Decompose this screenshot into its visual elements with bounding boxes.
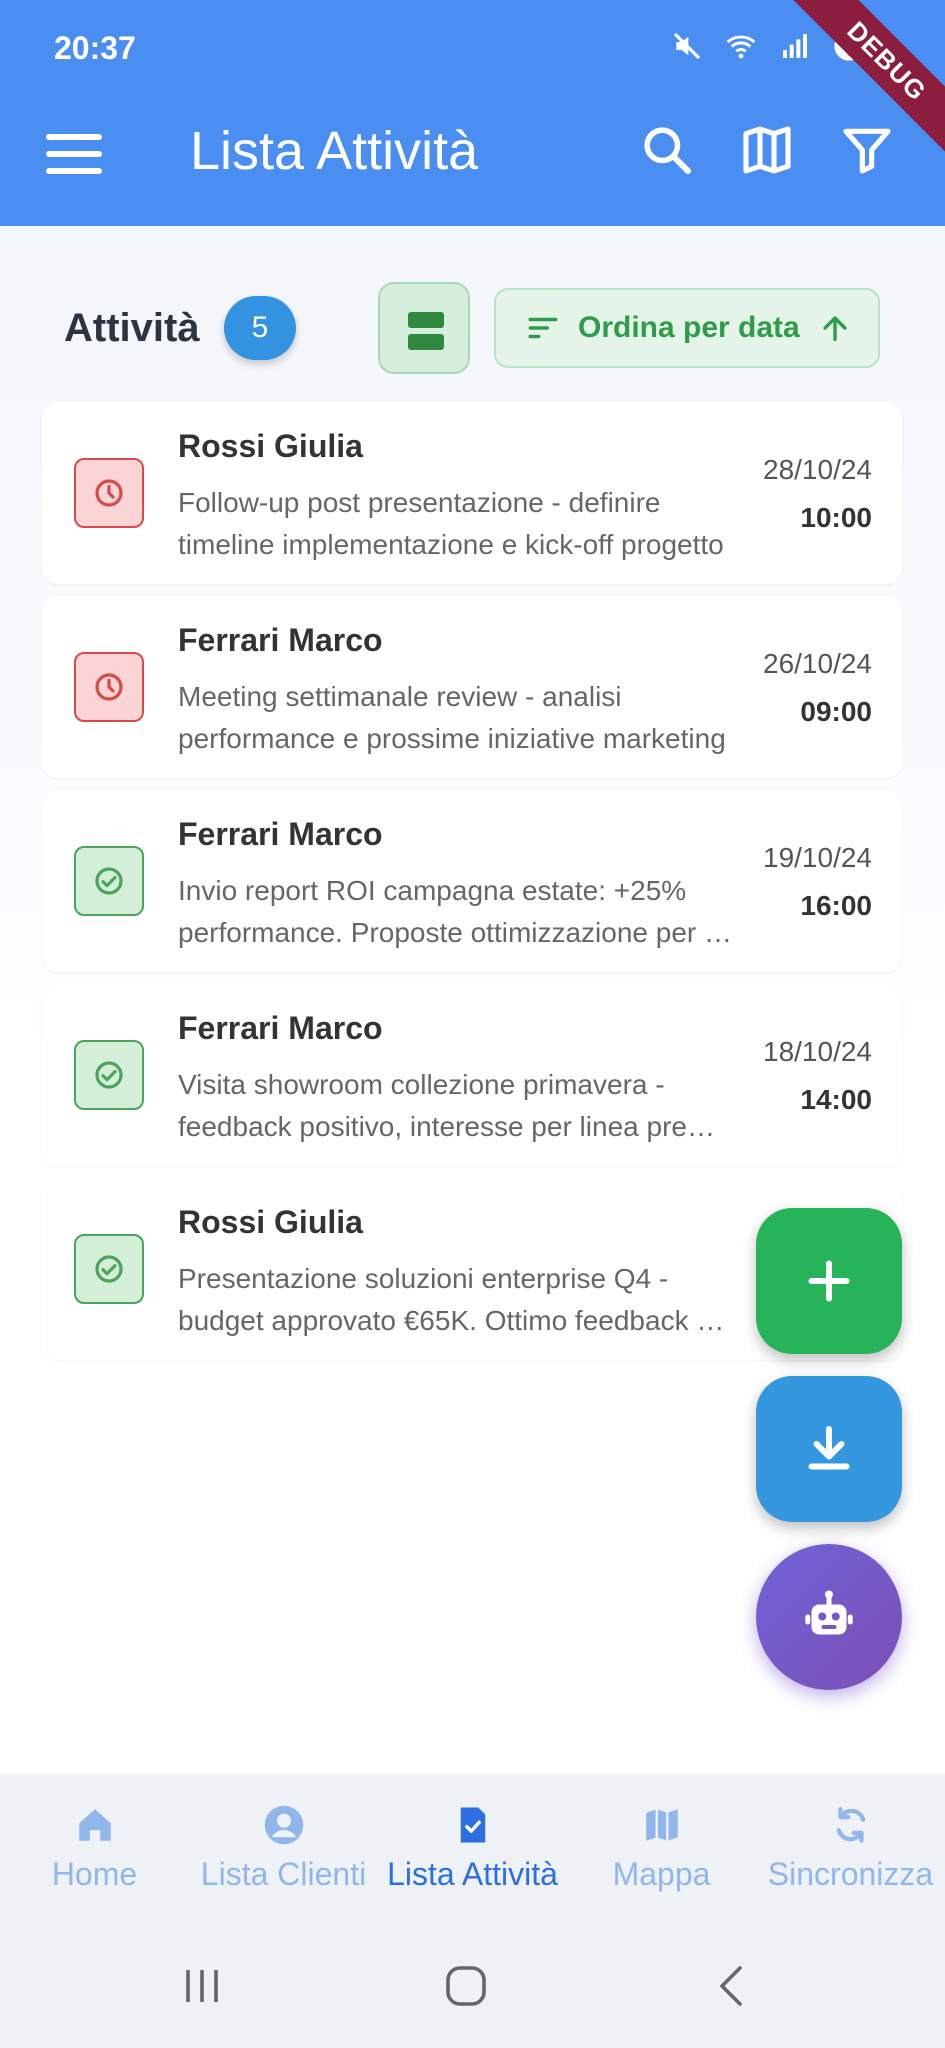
activity-date: 28/10/24 bbox=[763, 454, 872, 485]
recent-apps-icon[interactable] bbox=[178, 1962, 226, 2010]
nav-item-map[interactable]: Mappa bbox=[567, 1774, 756, 1918]
description-line: Follow-up post presentazione - definire bbox=[178, 487, 661, 518]
view-toggle-button[interactable] bbox=[378, 282, 470, 374]
status-box bbox=[74, 1234, 144, 1304]
activity-card[interactable]: Ferrari Marco Invio report ROI campagna … bbox=[42, 790, 902, 972]
map-icon bbox=[645, 1809, 678, 1841]
wifi-icon bbox=[726, 35, 756, 59]
clock-icon bbox=[95, 479, 123, 507]
download-button[interactable] bbox=[756, 1376, 902, 1522]
client-name: Ferrari Marco bbox=[178, 1010, 383, 1046]
activity-description: Visita showroom collezione primavera - f… bbox=[178, 1064, 738, 1148]
nav-item-sync[interactable]: Sincronizza bbox=[756, 1774, 945, 1918]
clock-icon bbox=[95, 673, 123, 701]
nav-item-clients[interactable]: Lista Clienti bbox=[189, 1774, 378, 1918]
nav-label: Mappa bbox=[612, 1856, 711, 1892]
signal-icon bbox=[783, 34, 807, 58]
home-icon bbox=[78, 1809, 111, 1841]
description-line: feedback positivo, interesse per linea p… bbox=[178, 1111, 738, 1142]
description-line: performance. Proposte ottimizzazione per… bbox=[178, 917, 738, 948]
activity-time: 10:00 bbox=[800, 502, 872, 533]
nav-label: Home bbox=[51, 1856, 138, 1892]
check-circle-icon bbox=[95, 867, 123, 895]
status-box bbox=[74, 1040, 144, 1110]
robot-icon bbox=[805, 1590, 853, 1635]
sort-icon bbox=[528, 317, 558, 339]
description-line: Meeting settimanale review - analisi bbox=[178, 681, 622, 712]
assistant-bot-button[interactable] bbox=[756, 1544, 902, 1690]
client-name: Ferrari Marco bbox=[178, 816, 383, 852]
section-title: Attività bbox=[64, 306, 200, 350]
description-line: Invio report ROI campagna estate: +25% bbox=[178, 875, 687, 906]
filter-icon[interactable] bbox=[839, 122, 895, 178]
plus-icon bbox=[808, 1260, 850, 1302]
check-circle-icon bbox=[95, 1061, 123, 1089]
activity-card[interactable]: Ferrari Marco Visita showroom collezione… bbox=[42, 984, 902, 1166]
section-header: Attività 5 Ordina per data bbox=[0, 226, 945, 406]
description-line: timeline implementazione e kick-off prog… bbox=[178, 529, 724, 560]
activity-time: 16:00 bbox=[800, 890, 872, 921]
client-name: Rossi Giulia bbox=[178, 1204, 363, 1240]
client-name: Ferrari Marco bbox=[178, 622, 383, 658]
activity-description: Meeting settimanale review - analisi per… bbox=[178, 676, 738, 760]
status-box bbox=[74, 458, 144, 528]
view-toggle-bar bbox=[408, 312, 444, 328]
person-icon bbox=[264, 1805, 303, 1845]
description-line: budget approvato €65K. Ottimo feedback d… bbox=[178, 1305, 738, 1336]
top-actions bbox=[639, 122, 895, 178]
activity-time: 14:00 bbox=[800, 1084, 872, 1115]
activity-date: 19/10/24 bbox=[763, 842, 872, 873]
activity-description: Follow-up post presentazione - definire … bbox=[178, 482, 738, 566]
activity-description: Presentazione soluzioni enterprise Q4 - … bbox=[178, 1258, 738, 1342]
status-box bbox=[74, 846, 144, 916]
menu-icon[interactable] bbox=[44, 130, 104, 178]
activity-description: Invio report ROI campagna estate: +25% p… bbox=[178, 870, 738, 954]
description-line: Visita showroom collezione primavera - bbox=[178, 1069, 665, 1100]
count-badge: 5 bbox=[224, 296, 296, 360]
activity-date: 26/10/24 bbox=[763, 648, 872, 679]
activity-time: 09:00 bbox=[800, 696, 872, 727]
bottom-navigation: Home Lista Clienti Lista Attività Mappa … bbox=[0, 1774, 945, 1918]
activity-card[interactable]: Rossi Giulia Follow-up post presentazion… bbox=[42, 402, 902, 584]
activity-date: 18/10/24 bbox=[763, 1036, 872, 1067]
app-bar: 20:37 DEBUG Lista Attività bbox=[0, 0, 945, 226]
sync-icon bbox=[836, 1807, 865, 1843]
check-circle-icon bbox=[95, 1255, 123, 1283]
description-line: Presentazione soluzioni enterprise Q4 - bbox=[178, 1263, 669, 1294]
map-icon[interactable] bbox=[739, 122, 795, 178]
add-activity-button[interactable] bbox=[756, 1208, 902, 1354]
client-name: Rossi Giulia bbox=[178, 428, 363, 464]
download-icon bbox=[808, 1426, 850, 1470]
nav-label: Sincronizza bbox=[767, 1856, 934, 1892]
nav-item-home[interactable]: Home bbox=[0, 1774, 189, 1918]
sort-label: Ordina per data bbox=[578, 311, 800, 344]
content-area: Attività 5 Ordina per data Rossi Giulia … bbox=[0, 226, 945, 1774]
view-toggle-bar bbox=[408, 334, 444, 350]
activity-card[interactable]: Ferrari Marco Meeting settimanale review… bbox=[42, 596, 902, 778]
status-time: 20:37 bbox=[54, 30, 136, 66]
search-icon[interactable] bbox=[639, 122, 695, 178]
back-icon[interactable] bbox=[708, 1962, 756, 2010]
page-title: Lista Attività bbox=[190, 121, 479, 181]
sort-by-date-button[interactable]: Ordina per data bbox=[494, 288, 880, 368]
description-line: performance e prossime iniziative market… bbox=[178, 723, 726, 754]
nav-item-activities[interactable]: Lista Attività bbox=[378, 1774, 567, 1918]
nav-label: Lista Attività bbox=[387, 1856, 558, 1892]
nav-label: Lista Clienti bbox=[200, 1856, 367, 1892]
home-button-icon[interactable] bbox=[442, 1962, 490, 2010]
task-icon bbox=[460, 1807, 485, 1843]
arrow-up-icon bbox=[823, 316, 847, 342]
system-navigation-bar bbox=[0, 1918, 945, 2048]
status-box bbox=[74, 652, 144, 722]
mute-icon bbox=[673, 32, 701, 60]
